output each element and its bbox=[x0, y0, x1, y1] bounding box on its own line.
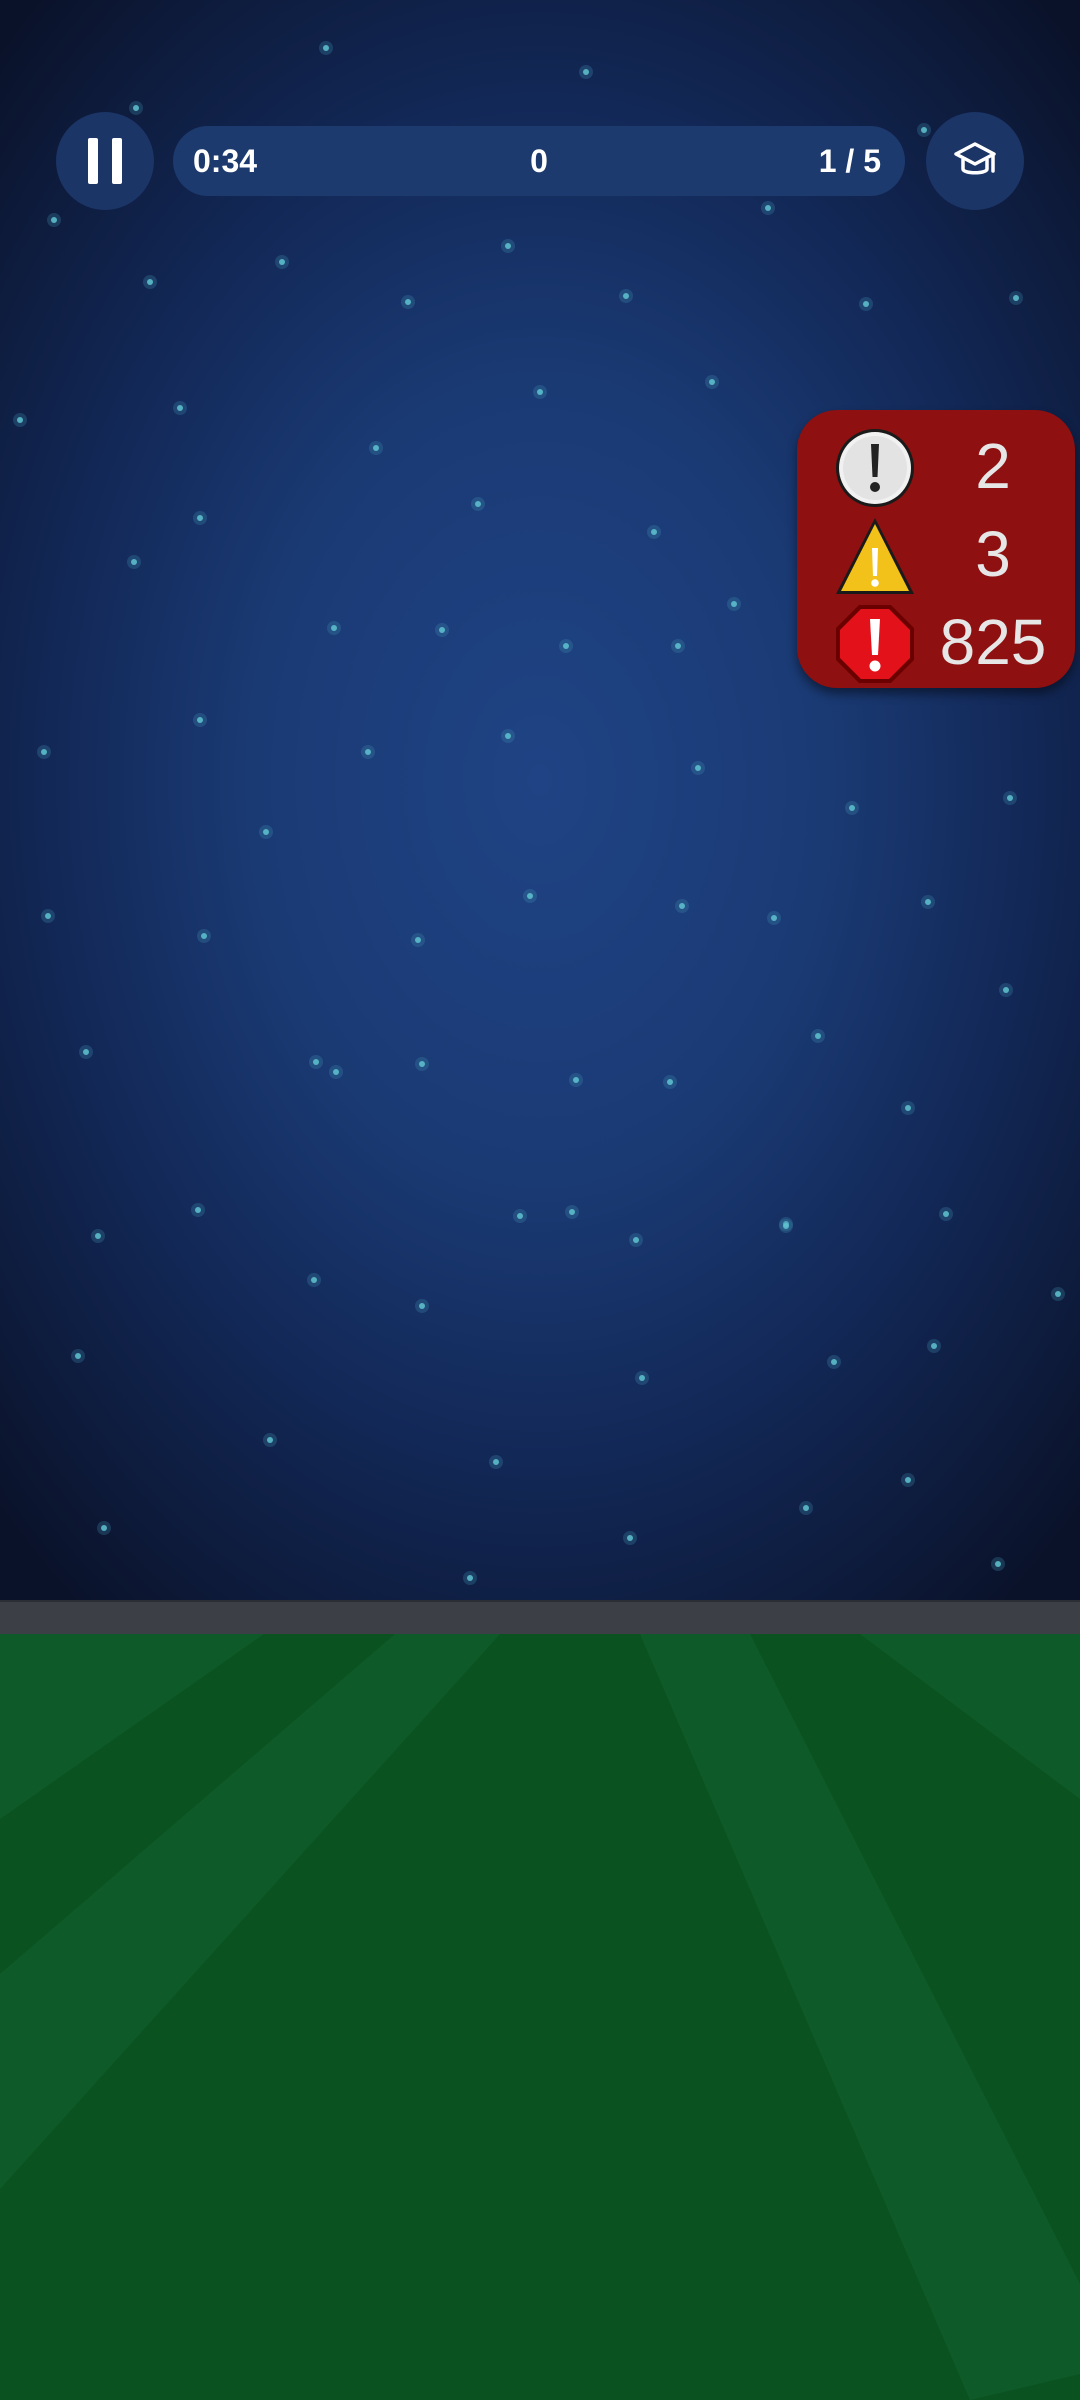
star bbox=[195, 1207, 201, 1213]
star bbox=[415, 937, 421, 943]
star bbox=[783, 1223, 789, 1229]
star bbox=[17, 417, 23, 423]
star bbox=[267, 1437, 273, 1443]
star bbox=[1013, 295, 1019, 301]
star bbox=[995, 1561, 1001, 1567]
star bbox=[803, 1505, 809, 1511]
star bbox=[333, 1069, 339, 1075]
star bbox=[131, 559, 137, 565]
star bbox=[623, 293, 629, 299]
star bbox=[573, 1077, 579, 1083]
star bbox=[45, 913, 51, 919]
star bbox=[439, 627, 445, 633]
star bbox=[537, 389, 543, 395]
game-screen: 0:34 0 1 / 5 2 3 825 bbox=[0, 0, 1080, 2400]
star bbox=[569, 1209, 575, 1215]
star bbox=[41, 749, 47, 755]
star bbox=[863, 301, 869, 307]
star bbox=[765, 205, 771, 211]
star bbox=[517, 1213, 523, 1219]
pause-icon-bar bbox=[112, 138, 122, 184]
star bbox=[905, 1477, 911, 1483]
star bbox=[493, 1459, 499, 1465]
star bbox=[1055, 1291, 1061, 1297]
star bbox=[583, 69, 589, 75]
star bbox=[197, 717, 203, 723]
star bbox=[709, 379, 715, 385]
warning-count: 3 bbox=[975, 518, 1011, 590]
star bbox=[651, 529, 657, 535]
star bbox=[831, 1359, 837, 1365]
star bbox=[925, 899, 931, 905]
notice-row: 2 bbox=[797, 422, 1075, 510]
night-sky-background bbox=[0, 0, 1080, 1600]
warning-row: 3 bbox=[797, 510, 1075, 598]
star bbox=[365, 749, 371, 755]
track-strip bbox=[0, 1600, 1080, 1636]
pause-icon bbox=[88, 138, 98, 184]
star bbox=[75, 1353, 81, 1359]
star bbox=[931, 1343, 937, 1349]
alert-counter-panel: 2 3 825 bbox=[797, 410, 1075, 688]
star bbox=[95, 1233, 101, 1239]
stop-sign-icon bbox=[836, 605, 914, 683]
star bbox=[83, 1049, 89, 1055]
star bbox=[921, 127, 927, 133]
star bbox=[695, 765, 701, 771]
star bbox=[1003, 987, 1009, 993]
star bbox=[419, 1303, 425, 1309]
hud-status-bar: 0:34 0 1 / 5 bbox=[173, 126, 905, 196]
star bbox=[101, 1525, 107, 1531]
star bbox=[311, 1277, 317, 1283]
star bbox=[323, 45, 329, 51]
star bbox=[675, 643, 681, 649]
star bbox=[197, 515, 203, 521]
star bbox=[943, 1211, 949, 1217]
star bbox=[563, 643, 569, 649]
star bbox=[505, 733, 511, 739]
star bbox=[419, 1061, 425, 1067]
star bbox=[527, 893, 533, 899]
star bbox=[51, 217, 57, 223]
star bbox=[1007, 795, 1013, 801]
star bbox=[627, 1535, 633, 1541]
star bbox=[177, 405, 183, 411]
star bbox=[331, 625, 337, 631]
star bbox=[905, 1105, 911, 1111]
exclamation-circle-icon bbox=[836, 429, 914, 507]
star-field bbox=[13, 41, 1065, 1585]
star bbox=[771, 915, 777, 921]
star bbox=[201, 933, 207, 939]
star bbox=[679, 903, 685, 909]
pause-button[interactable] bbox=[56, 112, 154, 210]
grass-stripes bbox=[0, 1634, 1080, 2400]
score-text: 0 bbox=[530, 143, 548, 179]
level-progress-text: 1 / 5 bbox=[818, 143, 881, 179]
star bbox=[405, 299, 411, 305]
star bbox=[849, 805, 855, 811]
star bbox=[731, 601, 737, 607]
warning-triangle-icon bbox=[836, 518, 914, 594]
star bbox=[313, 1059, 319, 1065]
star bbox=[263, 829, 269, 835]
star bbox=[633, 1237, 639, 1243]
learn-button[interactable] bbox=[926, 112, 1024, 210]
star bbox=[639, 1375, 645, 1381]
star bbox=[667, 1079, 673, 1085]
error-row: 825 bbox=[797, 598, 1075, 686]
graduation-cap-icon bbox=[954, 142, 996, 175]
star bbox=[475, 501, 481, 507]
star bbox=[505, 243, 511, 249]
star bbox=[133, 105, 139, 111]
star bbox=[815, 1033, 821, 1039]
star bbox=[373, 445, 379, 451]
error-count: 825 bbox=[939, 606, 1047, 678]
notice-count: 2 bbox=[975, 430, 1011, 502]
star bbox=[467, 1575, 473, 1581]
star bbox=[279, 259, 285, 265]
star bbox=[147, 279, 153, 285]
grass-field bbox=[0, 1634, 1080, 2400]
